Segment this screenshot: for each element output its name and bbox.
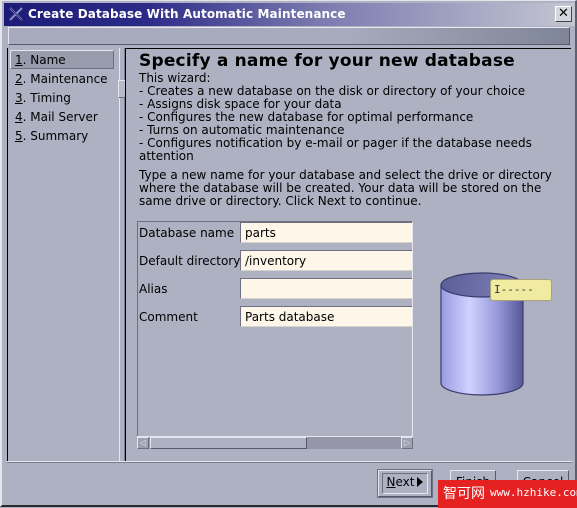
text-cursor-tooltip: I----- xyxy=(490,279,552,301)
default-directory-label: Default directory xyxy=(139,254,241,268)
next-button[interactable]: Next xyxy=(377,469,433,498)
title-bar[interactable]: Create Database With Automatic Maintenan… xyxy=(4,3,575,26)
x-window-icon xyxy=(9,7,23,21)
form-row-database-name: Database name xyxy=(138,222,412,244)
step-label: . Summary xyxy=(22,129,89,143)
form-row-comment: Comment xyxy=(138,306,412,328)
database-form: Database name Default directory Alias Co… xyxy=(137,221,413,449)
chevron-left-icon: ◁ xyxy=(139,438,147,447)
scroll-right-button[interactable]: ▷ xyxy=(401,437,413,449)
default-directory-input[interactable] xyxy=(240,250,412,271)
step-number: 5 xyxy=(15,129,23,143)
step-label: . Maintenance xyxy=(22,72,108,86)
wizard-window: Create Database With Automatic Maintenan… xyxy=(0,0,577,508)
database-name-input[interactable] xyxy=(240,222,412,243)
page-title: Specify a name for your new database xyxy=(139,51,515,71)
step-number: 3 xyxy=(15,91,23,105)
instructions-text: Type a new name for your database and se… xyxy=(139,168,552,208)
scroll-left-button[interactable]: ◁ xyxy=(137,437,149,449)
nav-item-timing[interactable]: 3. Timing xyxy=(10,88,114,107)
window-title: Create Database With Automatic Maintenan… xyxy=(28,7,346,21)
step-label: . Timing xyxy=(22,91,71,105)
database-name-label: Database name xyxy=(139,226,235,240)
horizontal-scrollbar[interactable]: ◁ ▷ xyxy=(137,436,413,449)
content-panel: Specify a name for your new database Thi… xyxy=(125,48,571,461)
close-button[interactable]: ✕ xyxy=(555,6,572,22)
wizard-step-list: 1. Name 2. Maintenance 3. Timing 4. Mail… xyxy=(7,48,126,461)
step-number: 4 xyxy=(15,110,23,124)
nav-item-name[interactable]: 1. Name xyxy=(10,50,114,69)
step-number: 2 xyxy=(15,72,23,86)
close-icon: ✕ xyxy=(558,6,569,21)
watermark: 智可网 www.hzhike.com xyxy=(438,480,577,508)
banner-band xyxy=(8,27,570,45)
nav-item-mail-server[interactable]: 4. Mail Server xyxy=(10,107,114,126)
chevron-right-icon: ▷ xyxy=(403,438,411,447)
step-label: . Mail Server xyxy=(22,110,98,124)
form-row-alias: Alias xyxy=(138,278,412,300)
nav-item-maintenance[interactable]: 2. Maintenance xyxy=(10,69,114,88)
watermark-cn: 智可网 xyxy=(443,486,485,502)
scroll-thumb[interactable] xyxy=(150,437,307,449)
button-separator xyxy=(7,461,572,463)
intro-line: - Configures notification by e-mail or p… xyxy=(139,136,532,163)
comment-input[interactable] xyxy=(240,306,412,327)
next-button-focus xyxy=(382,473,428,494)
alias-input[interactable] xyxy=(240,278,412,299)
alias-label: Alias xyxy=(139,282,168,296)
step-label: . Name xyxy=(22,53,66,67)
step-number: 1 xyxy=(15,53,23,67)
intro-text: This wizard: - Creates a new database on… xyxy=(139,72,559,163)
comment-label: Comment xyxy=(139,310,198,324)
nav-item-summary[interactable]: 5. Summary xyxy=(10,126,114,145)
watermark-url: www.hzhike.com xyxy=(490,486,577,499)
form-row-default-directory: Default directory xyxy=(138,250,412,272)
